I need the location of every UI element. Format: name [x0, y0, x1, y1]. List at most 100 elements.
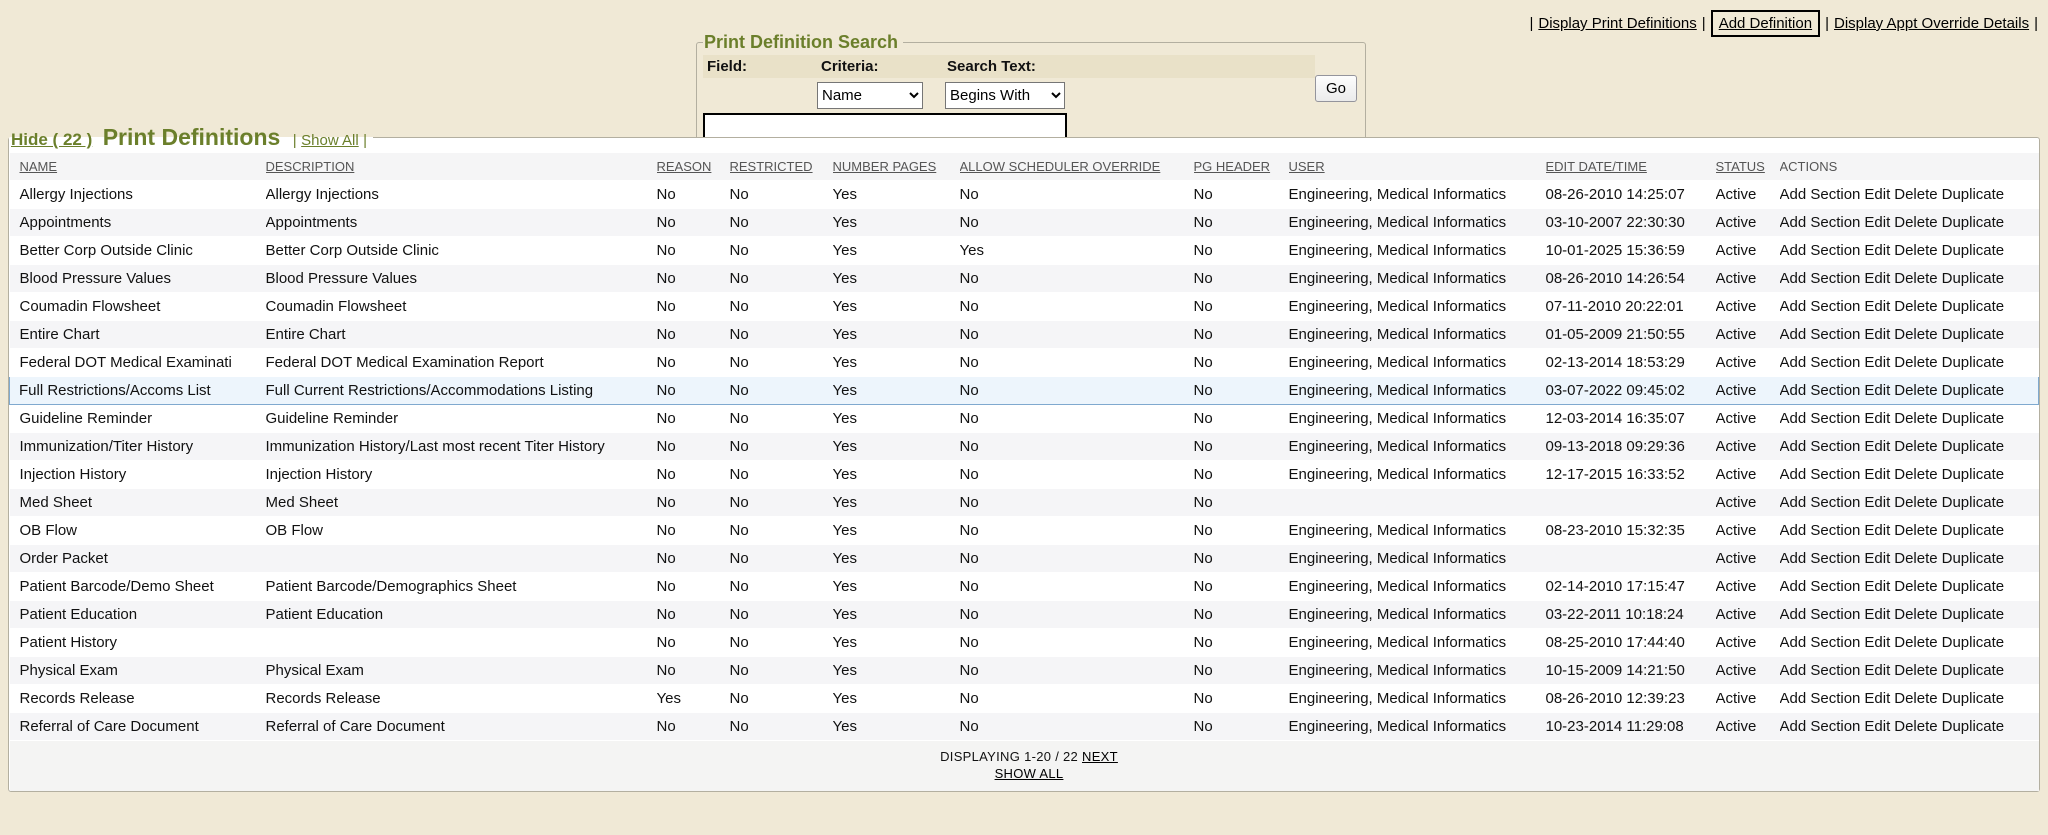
action-duplicate-link[interactable]: Duplicate	[1942, 718, 2005, 735]
column-header-allow-scheduler-override[interactable]: ALLOW SCHEDULER OVERRIDE	[960, 153, 1194, 181]
action-delete-link[interactable]: Delete	[1894, 718, 1937, 735]
action-add-section-link[interactable]: Add Section	[1780, 214, 1861, 231]
go-button[interactable]: Go	[1315, 75, 1357, 102]
action-add-section-link[interactable]: Add Section	[1780, 578, 1861, 595]
action-duplicate-link[interactable]: Duplicate	[1942, 494, 2005, 511]
table-row[interactable]: Order Packet No No Yes No No Engineering…	[10, 545, 2039, 573]
column-header-description[interactable]: DESCRIPTION	[266, 153, 657, 181]
table-row[interactable]: Entire Chart Entire Chart No No Yes No N…	[10, 321, 2039, 349]
action-delete-link[interactable]: Delete	[1894, 298, 1937, 315]
action-duplicate-link[interactable]: Duplicate	[1942, 466, 2005, 483]
action-add-section-link[interactable]: Add Section	[1780, 662, 1861, 679]
column-header-restricted[interactable]: RESTRICTED	[730, 153, 833, 181]
nav-link-add-definition[interactable]: Add Definition	[1719, 15, 1812, 32]
action-delete-link[interactable]: Delete	[1894, 186, 1937, 203]
action-add-section-link[interactable]: Add Section	[1780, 186, 1861, 203]
action-edit-link[interactable]: Edit	[1864, 690, 1890, 707]
action-edit-link[interactable]: Edit	[1864, 718, 1890, 735]
action-delete-link[interactable]: Delete	[1894, 382, 1937, 399]
table-row[interactable]: Physical Exam Physical Exam No No Yes No…	[10, 657, 2039, 685]
criteria-select[interactable]: Begins With	[945, 82, 1065, 109]
action-add-section-link[interactable]: Add Section	[1780, 634, 1861, 651]
action-add-section-link[interactable]: Add Section	[1780, 354, 1861, 371]
table-row[interactable]: OB Flow OB Flow No No Yes No No Engineer…	[10, 517, 2039, 545]
action-edit-link[interactable]: Edit	[1864, 494, 1890, 511]
action-delete-link[interactable]: Delete	[1894, 466, 1937, 483]
action-add-section-link[interactable]: Add Section	[1780, 270, 1861, 287]
action-edit-link[interactable]: Edit	[1864, 634, 1890, 651]
action-duplicate-link[interactable]: Duplicate	[1942, 662, 2005, 679]
table-row[interactable]: Patient Barcode/Demo Sheet Patient Barco…	[10, 573, 2039, 601]
action-edit-link[interactable]: Edit	[1864, 522, 1890, 539]
column-header-name[interactable]: NAME	[10, 153, 266, 181]
action-delete-link[interactable]: Delete	[1894, 662, 1937, 679]
action-edit-link[interactable]: Edit	[1864, 606, 1890, 623]
action-duplicate-link[interactable]: Duplicate	[1942, 634, 2005, 651]
action-edit-link[interactable]: Edit	[1864, 270, 1890, 287]
action-duplicate-link[interactable]: Duplicate	[1942, 410, 2005, 427]
action-delete-link[interactable]: Delete	[1894, 242, 1937, 259]
action-edit-link[interactable]: Edit	[1864, 550, 1890, 567]
action-add-section-link[interactable]: Add Section	[1780, 718, 1861, 735]
action-duplicate-link[interactable]: Duplicate	[1942, 690, 2005, 707]
action-delete-link[interactable]: Delete	[1894, 438, 1937, 455]
action-delete-link[interactable]: Delete	[1894, 634, 1937, 651]
table-row[interactable]: Federal DOT Medical Examinati Federal DO…	[10, 349, 2039, 377]
action-delete-link[interactable]: Delete	[1894, 410, 1937, 427]
action-add-section-link[interactable]: Add Section	[1780, 382, 1861, 399]
action-delete-link[interactable]: Delete	[1894, 354, 1937, 371]
table-row[interactable]: Patient Education Patient Education No N…	[10, 601, 2039, 629]
action-delete-link[interactable]: Delete	[1894, 214, 1937, 231]
action-edit-link[interactable]: Edit	[1864, 242, 1890, 259]
action-edit-link[interactable]: Edit	[1864, 186, 1890, 203]
action-delete-link[interactable]: Delete	[1894, 606, 1937, 623]
action-add-section-link[interactable]: Add Section	[1780, 690, 1861, 707]
action-duplicate-link[interactable]: Duplicate	[1942, 326, 2005, 343]
table-row[interactable]: Guideline Reminder Guideline Reminder No…	[10, 405, 2039, 433]
nav-link-display-appt-override-details[interactable]: Display Appt Override Details	[1834, 15, 2029, 32]
table-row[interactable]: Med Sheet Med Sheet No No Yes No No Acti…	[10, 489, 2039, 517]
show-all-link[interactable]: Show All	[301, 132, 359, 149]
column-header-pg-header[interactable]: PG HEADER	[1194, 153, 1289, 181]
action-edit-link[interactable]: Edit	[1864, 438, 1890, 455]
action-delete-link[interactable]: Delete	[1894, 522, 1937, 539]
action-add-section-link[interactable]: Add Section	[1780, 522, 1861, 539]
table-row[interactable]: Full Restrictions/Accoms List Full Curre…	[10, 377, 2039, 405]
table-row[interactable]: Records Release Records Release Yes No Y…	[10, 685, 2039, 713]
action-edit-link[interactable]: Edit	[1864, 662, 1890, 679]
column-header-status[interactable]: STATUS	[1716, 153, 1780, 181]
table-row[interactable]: Appointments Appointments No No Yes No N…	[10, 209, 2039, 237]
action-edit-link[interactable]: Edit	[1864, 382, 1890, 399]
field-select[interactable]: Name	[817, 82, 923, 109]
action-add-section-link[interactable]: Add Section	[1780, 298, 1861, 315]
action-duplicate-link[interactable]: Duplicate	[1942, 522, 2005, 539]
action-edit-link[interactable]: Edit	[1864, 354, 1890, 371]
action-duplicate-link[interactable]: Duplicate	[1942, 214, 2005, 231]
action-delete-link[interactable]: Delete	[1894, 326, 1937, 343]
next-page-link[interactable]: NEXT	[1082, 749, 1118, 764]
action-add-section-link[interactable]: Add Section	[1780, 606, 1861, 623]
nav-link-display-print-definitions[interactable]: Display Print Definitions	[1538, 15, 1696, 32]
footer-show-all-link[interactable]: SHOW ALL	[995, 766, 1064, 781]
action-add-section-link[interactable]: Add Section	[1780, 438, 1861, 455]
table-row[interactable]: Blood Pressure Values Blood Pressure Val…	[10, 265, 2039, 293]
action-duplicate-link[interactable]: Duplicate	[1942, 550, 2005, 567]
action-duplicate-link[interactable]: Duplicate	[1942, 242, 2005, 259]
action-duplicate-link[interactable]: Duplicate	[1942, 298, 2005, 315]
action-duplicate-link[interactable]: Duplicate	[1942, 186, 2005, 203]
action-delete-link[interactable]: Delete	[1894, 690, 1937, 707]
action-add-section-link[interactable]: Add Section	[1780, 494, 1861, 511]
action-duplicate-link[interactable]: Duplicate	[1942, 578, 2005, 595]
action-edit-link[interactable]: Edit	[1864, 466, 1890, 483]
table-row[interactable]: Patient History No No Yes No No Engineer…	[10, 629, 2039, 657]
action-duplicate-link[interactable]: Duplicate	[1942, 354, 2005, 371]
column-header-user[interactable]: USER	[1289, 153, 1546, 181]
action-add-section-link[interactable]: Add Section	[1780, 326, 1861, 343]
action-add-section-link[interactable]: Add Section	[1780, 242, 1861, 259]
action-edit-link[interactable]: Edit	[1864, 298, 1890, 315]
table-row[interactable]: Allergy Injections Allergy Injections No…	[10, 181, 2039, 209]
table-row[interactable]: Better Corp Outside Clinic Better Corp O…	[10, 237, 2039, 265]
action-duplicate-link[interactable]: Duplicate	[1942, 382, 2005, 399]
table-row[interactable]: Immunization/Titer History Immunization …	[10, 433, 2039, 461]
action-edit-link[interactable]: Edit	[1864, 214, 1890, 231]
